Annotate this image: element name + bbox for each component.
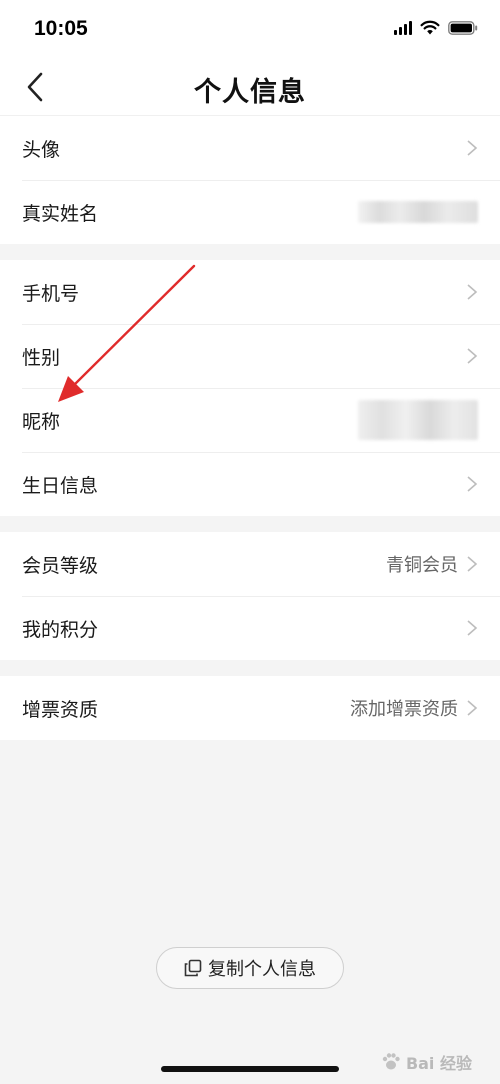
redacted-value xyxy=(358,201,478,223)
row-label: 手机号 xyxy=(22,282,80,305)
row-label: 性别 xyxy=(22,346,61,369)
settings-group-membership: 会员等级 青铜会员 我的积分 xyxy=(0,532,500,660)
settings-group-profile: 手机号 性别 昵称 生日信息 xyxy=(0,260,500,516)
vat-invoice-value: 添加增票资质 xyxy=(350,699,458,720)
row-label: 生日信息 xyxy=(22,474,99,497)
battery-icon xyxy=(448,20,478,35)
cellular-signal-icon xyxy=(394,20,412,35)
row-real-name[interactable]: 真实姓名 xyxy=(0,180,500,244)
row-nickname[interactable]: 昵称 xyxy=(0,388,500,452)
row-label: 昵称 xyxy=(22,410,61,433)
chevron-right-icon xyxy=(467,284,478,300)
chevron-right-icon xyxy=(467,620,478,636)
row-label: 增票资质 xyxy=(22,698,99,721)
chevron-right-icon xyxy=(467,140,478,156)
row-gender[interactable]: 性别 xyxy=(0,324,500,388)
chevron-right-icon xyxy=(467,556,478,572)
nav-bar: 个人信息 xyxy=(0,58,500,116)
copy-info-label: 复制个人信息 xyxy=(208,959,316,980)
settings-group-basic: 头像 真实姓名 xyxy=(0,116,500,244)
row-label: 真实姓名 xyxy=(22,202,99,225)
wifi-icon xyxy=(420,20,440,35)
chevron-right-icon xyxy=(467,476,478,492)
row-points[interactable]: 我的积分 xyxy=(0,596,500,660)
copy-info-button[interactable]: 复制个人信息 xyxy=(156,947,344,989)
settings-group-invoice: 增票资质 添加增票资质 xyxy=(0,676,500,740)
home-indicator xyxy=(161,1066,339,1072)
page-title: 个人信息 xyxy=(194,77,306,108)
watermark: Bai 经验 xyxy=(380,1050,472,1074)
row-avatar[interactable]: 头像 xyxy=(0,116,500,180)
paw-icon xyxy=(382,1053,400,1070)
row-birthday[interactable]: 生日信息 xyxy=(0,452,500,516)
redacted-value xyxy=(358,400,478,440)
status-icons xyxy=(394,20,478,35)
chevron-right-icon xyxy=(467,348,478,364)
status-bar: 10:05 xyxy=(0,0,500,58)
watermark-text: Bai 经验 xyxy=(405,1054,472,1073)
row-label: 会员等级 xyxy=(22,554,99,577)
row-vat-invoice[interactable]: 增票资质 添加增票资质 xyxy=(0,676,500,740)
chevron-right-icon xyxy=(467,700,478,716)
copy-icon xyxy=(184,959,202,977)
row-label: 我的积分 xyxy=(22,618,99,641)
member-level-value: 青铜会员 xyxy=(386,555,458,576)
row-label: 头像 xyxy=(22,138,61,161)
row-phone[interactable]: 手机号 xyxy=(0,260,500,324)
row-member-level[interactable]: 会员等级 青铜会员 xyxy=(0,532,500,596)
status-time: 10:05 xyxy=(34,17,88,40)
